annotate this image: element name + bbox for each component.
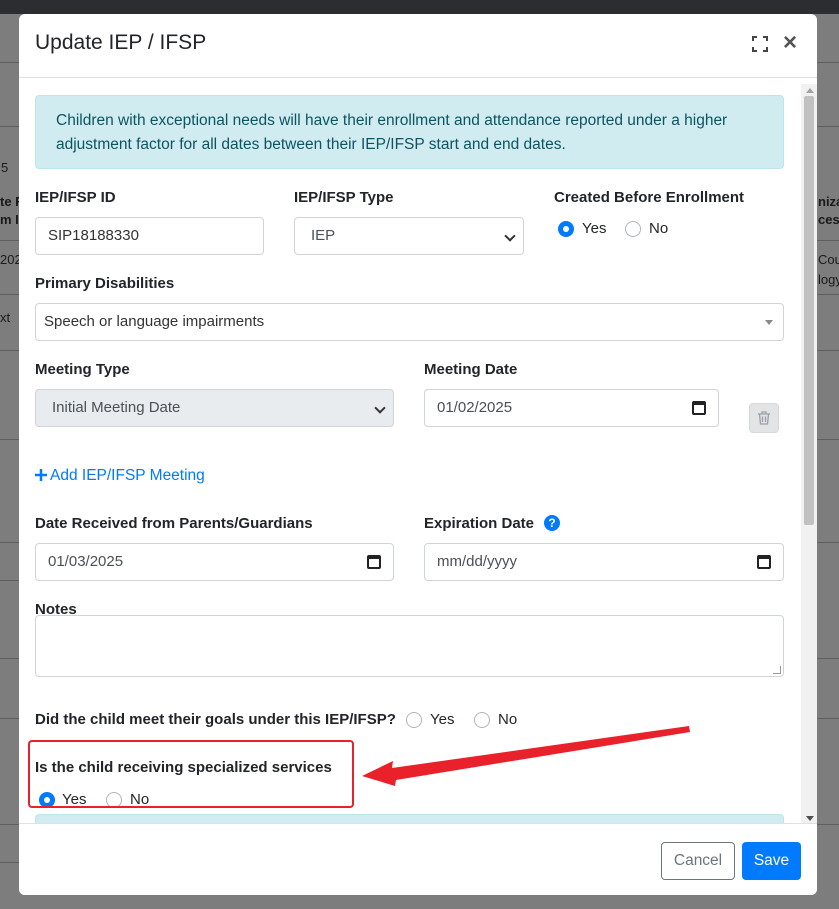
plus-icon <box>35 469 47 481</box>
goals-no-radio[interactable] <box>474 712 490 728</box>
bg-fragment: ces <box>818 212 839 227</box>
secondary-alert <box>35 814 784 823</box>
info-alert: Children with exceptional needs will hav… <box>35 95 784 169</box>
iep-type-label: IEP/IFSP Type <box>294 189 394 206</box>
modal-scrollbar[interactable] <box>801 84 817 825</box>
goals-question-label: Did the child meet their goals under thi… <box>35 711 396 728</box>
save-button[interactable]: Save <box>742 842 801 880</box>
created-before-label: Created Before Enrollment <box>554 189 745 206</box>
created-before-no-label: No <box>649 220 669 237</box>
created-before-yes-label: Yes <box>582 220 607 237</box>
close-icon[interactable]: × <box>783 31 797 55</box>
update-iep-modal: Update IEP / IFSP × Children with except… <box>19 14 817 895</box>
chevron-down-icon <box>504 230 516 242</box>
bg-fragment: m I <box>0 212 19 227</box>
expiration-date-placeholder: mm/dd/yyyy <box>437 553 518 570</box>
delete-meeting-button[interactable] <box>749 403 779 433</box>
calendar-icon[interactable] <box>367 555 381 569</box>
iep-id-input[interactable]: SIP18188330 <box>35 217 264 255</box>
modal-footer: Cancel Save <box>19 823 817 895</box>
scroll-thumb[interactable] <box>804 96 814 525</box>
top-bar <box>0 0 839 14</box>
created-before-yes-radio[interactable] <box>558 221 574 237</box>
primary-disabilities-label: Primary Disabilities <box>35 275 175 292</box>
resize-grip-icon[interactable] <box>773 666 781 674</box>
iep-type-value: IEP <box>311 227 336 244</box>
goals-yes-label: Yes <box>430 711 455 728</box>
expiration-date-label: Expiration Date <box>424 515 535 532</box>
bg-fragment: niza <box>818 194 839 209</box>
calendar-icon[interactable] <box>692 401 706 415</box>
meeting-date-label: Meeting Date <box>424 361 518 378</box>
meeting-type-label: Meeting Type <box>35 361 130 378</box>
meeting-date-input[interactable]: 01/02/2025 <box>424 389 719 427</box>
expiration-date-input[interactable]: mm/dd/yyyy <box>424 543 784 581</box>
notes-textarea[interactable] <box>35 615 784 677</box>
iep-id-label: IEP/IFSP ID <box>35 189 116 206</box>
meeting-type-value: Initial Meeting Date <box>52 399 181 416</box>
bg-fragment: logy <box>818 272 839 287</box>
primary-disabilities-value: Speech or language impairments <box>44 313 265 330</box>
caret-down-icon <box>765 320 773 325</box>
bg-fragment: xt <box>0 310 11 325</box>
calendar-icon[interactable] <box>757 555 771 569</box>
bg-fragment: Cou <box>818 252 839 267</box>
chevron-down-icon <box>374 402 386 414</box>
date-received-input[interactable]: 01/03/2025 <box>35 543 394 581</box>
help-icon[interactable]: ? <box>544 515 560 531</box>
date-received-label: Date Received from Parents/Guardians <box>35 515 313 532</box>
goals-no-label: No <box>498 711 518 728</box>
goals-yes-radio[interactable] <box>406 712 422 728</box>
meeting-type-select[interactable]: Initial Meeting Date <box>35 389 394 427</box>
annotation-highlight-box <box>28 740 354 808</box>
meeting-date-value: 01/02/2025 <box>437 399 513 416</box>
primary-disabilities-select[interactable]: Speech or language impairments <box>35 303 784 341</box>
expand-icon[interactable] <box>752 36 768 52</box>
modal-header: Update IEP / IFSP × <box>19 14 817 78</box>
add-meeting-label: Add IEP/IFSP Meeting <box>50 467 205 484</box>
scroll-up-icon[interactable] <box>806 88 814 93</box>
iep-type-select[interactable]: IEP <box>294 217 524 255</box>
modal-title: Update IEP / IFSP <box>35 31 207 54</box>
cancel-button[interactable]: Cancel <box>661 842 735 880</box>
created-before-no-radio[interactable] <box>625 221 641 237</box>
scroll-down-icon[interactable] <box>806 816 814 821</box>
modal-body: Children with exceptional needs will hav… <box>19 79 817 823</box>
add-meeting-link[interactable]: Add IEP/IFSP Meeting <box>35 467 205 485</box>
bg-fragment: 5 <box>1 160 9 175</box>
trash-icon <box>758 411 770 425</box>
date-received-value: 01/03/2025 <box>48 553 124 570</box>
